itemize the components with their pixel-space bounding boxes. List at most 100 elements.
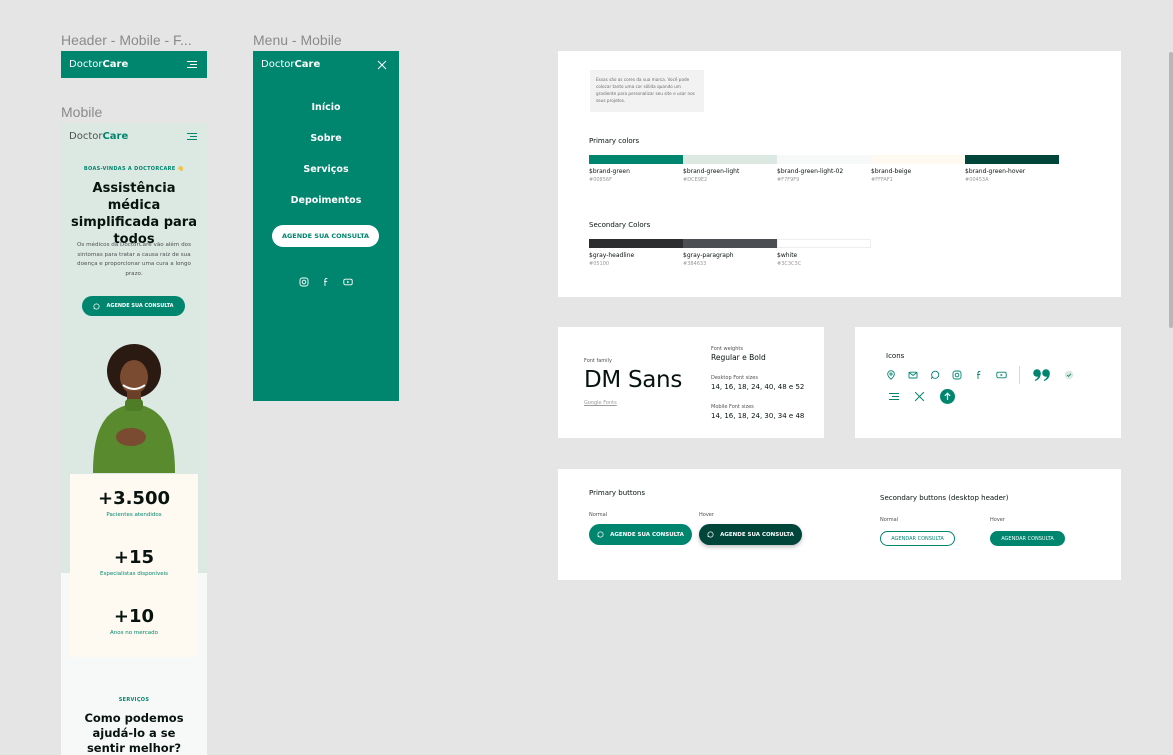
primary-button-hover[interactable]: AGENDE SUA CONSULTA bbox=[699, 524, 802, 545]
hamburger-icon[interactable] bbox=[187, 61, 197, 68]
primary-hover-label: Hover bbox=[699, 512, 714, 518]
color-swatch-brand-beige: $brand-beige #FFFAF1 bbox=[871, 155, 965, 183]
logo-light-text: Doctor bbox=[261, 59, 295, 70]
mobile-sizes-value: 14, 16, 18, 24, 30, 34 e 48 bbox=[711, 412, 805, 420]
whatsapp-icon bbox=[93, 302, 100, 310]
services-eyebrow: SERVIÇOS bbox=[118, 697, 150, 703]
header-frame-label[interactable]: Header - Mobile - F... bbox=[61, 32, 192, 48]
color-swatch-gray-paragraph: $gray-paragraph #384633 bbox=[683, 239, 777, 267]
primary-colors-title: Primary colors bbox=[589, 137, 640, 145]
swatch-name: $brand-green bbox=[589, 168, 630, 175]
icons-divider bbox=[1019, 366, 1020, 384]
swatch-hex: #F7F9F9 bbox=[777, 177, 800, 183]
close-icon[interactable] bbox=[377, 60, 387, 70]
mobile-sizes-label: Mobile Font sizes bbox=[711, 404, 754, 410]
font-weights-value: Regular e Bold bbox=[711, 353, 766, 362]
logo-bold-text: Care bbox=[102, 131, 129, 142]
swatch-name: $gray-paragraph bbox=[683, 252, 734, 259]
stat-label: Especialistas disponíveis bbox=[100, 571, 168, 577]
menu-item-inicio[interactable]: Início bbox=[253, 102, 399, 133]
secondary-button-normal[interactable]: AGENDAR CONSULTA bbox=[880, 531, 955, 546]
color-swatch-white: $white #3C3C3C bbox=[777, 239, 871, 267]
swatch-hex: #00856F bbox=[589, 177, 612, 183]
swatch-name: $white bbox=[777, 252, 798, 259]
primary-button-label: AGENDE SUA CONSULTA bbox=[610, 531, 684, 538]
color-swatch-brand-green-hover: $brand-green-hover #00453A bbox=[965, 155, 1059, 183]
font-family-label: Font family bbox=[584, 358, 612, 364]
icons-card: Icons bbox=[855, 327, 1121, 438]
logo[interactable]: DoctorCare bbox=[261, 59, 320, 70]
whatsapp-icon[interactable] bbox=[930, 370, 940, 380]
youtube-icon[interactable] bbox=[343, 277, 353, 287]
colors-note: Essas são as cores da sua marca. Você po… bbox=[590, 70, 704, 112]
logo[interactable]: DoctorCare bbox=[69, 59, 128, 70]
color-swatch-gray-headline: $gray-headline #05100 bbox=[589, 239, 683, 267]
hero-cta-label: AGENDE SUA CONSULTA bbox=[106, 303, 174, 309]
color-swatch-brand-green-light-02: $brand-green-light-02 #F7F9F9 bbox=[777, 155, 871, 183]
hero-eyebrow: BOAS-VINDAS A DOCTORCARE 👋 bbox=[83, 166, 185, 172]
swatch-hex: #FFFAF1 bbox=[871, 177, 893, 183]
swatch-hex: #DCE9E2 bbox=[683, 177, 708, 183]
hamburger-icon[interactable] bbox=[187, 133, 197, 140]
quote-icon bbox=[1032, 368, 1052, 382]
swatch-name: $brand-green-light-02 bbox=[777, 168, 844, 175]
logo-light-text: Doctor bbox=[69, 131, 103, 142]
close-icon[interactable] bbox=[914, 391, 925, 402]
color-swatch-brand-green-light: $brand-green-light #DCE9E2 bbox=[683, 155, 777, 183]
stat-value: +10 bbox=[113, 606, 155, 627]
font-card: Font family DM Sans Google Fonts Font we… bbox=[558, 327, 824, 438]
logo[interactable]: DoctorCare bbox=[69, 131, 128, 142]
menu-icon[interactable] bbox=[889, 393, 899, 400]
header-mobile-frame: DoctorCare bbox=[61, 51, 207, 78]
secondary-buttons-title: Secondary buttons (desktop header) bbox=[880, 494, 1009, 502]
whatsapp-icon bbox=[597, 531, 604, 538]
instagram-icon[interactable] bbox=[299, 277, 309, 287]
desktop-sizes-label: Desktop Font sizes bbox=[711, 375, 758, 381]
social-icons bbox=[299, 277, 353, 287]
menu-mobile-frame: DoctorCare Início Sobre Serviços Depoime… bbox=[253, 51, 399, 401]
menu-item-servicos[interactable]: Serviços bbox=[253, 164, 399, 195]
primary-button-label: AGENDE SUA CONSULTA bbox=[720, 531, 794, 538]
secondary-colors-title: Secondary Colors bbox=[589, 221, 651, 229]
font-weights-label: Font weights bbox=[711, 346, 743, 352]
menu-item-depoimentos[interactable]: Depoimentos bbox=[253, 195, 399, 226]
swatch-name: $gray-headline bbox=[589, 252, 635, 259]
facebook-icon[interactable] bbox=[974, 370, 984, 380]
swatch-name: $brand-green-light bbox=[683, 168, 740, 175]
google-fonts-link[interactable]: Google Fonts bbox=[584, 400, 617, 406]
youtube-icon[interactable] bbox=[996, 370, 1007, 380]
doctor-image bbox=[85, 341, 183, 473]
menu-item-sobre[interactable]: Sobre bbox=[253, 133, 399, 164]
hero-cta-button[interactable]: AGENDE SUA CONSULTA bbox=[82, 296, 185, 316]
menu-frame-label[interactable]: Menu - Mobile bbox=[253, 32, 342, 48]
whatsapp-icon bbox=[707, 531, 714, 538]
secondary-normal-label: Normal bbox=[880, 517, 899, 523]
stats-card: +3.500 Pacientes atendidos +15 Especiali… bbox=[70, 474, 198, 657]
swatch-hex: #3C3C3C bbox=[777, 261, 802, 267]
hero-title: Assistência médica simplificada para tod… bbox=[71, 181, 197, 247]
swatch-name: $brand-beige bbox=[871, 168, 912, 175]
vertical-scrollbar[interactable] bbox=[1169, 52, 1173, 328]
stat-value: +15 bbox=[113, 547, 155, 568]
menu-cta-button[interactable]: AGENDE SUA CONSULTA bbox=[272, 225, 379, 247]
instagram-icon[interactable] bbox=[952, 370, 962, 380]
stat-label: Pacientes atendidos bbox=[106, 512, 162, 518]
stat-value: +3.500 bbox=[97, 488, 171, 509]
secondary-hover-label: Hover bbox=[990, 517, 1005, 523]
facebook-icon[interactable] bbox=[321, 277, 331, 287]
swatch-hex: #05100 bbox=[589, 261, 610, 267]
logo-bold-text: Care bbox=[102, 59, 129, 70]
font-family-name: DM Sans bbox=[584, 367, 683, 393]
swatch-hex: #384633 bbox=[683, 261, 707, 267]
secondary-button-hover[interactable]: AGENDAR CONSULTA bbox=[990, 531, 1065, 546]
services-title: Como podemos ajudá-lo a se sentir melhor… bbox=[84, 711, 184, 755]
arrow-up-icon[interactable] bbox=[940, 389, 955, 404]
colors-card: Essas são as cores da sua marca. Você po… bbox=[558, 51, 1121, 297]
color-swatch-brand-green: $brand-green #00856F bbox=[589, 155, 683, 183]
map-pin-icon[interactable] bbox=[886, 370, 896, 380]
hero-description: Os médicos da DoctorCare vão além dos si… bbox=[77, 242, 191, 277]
mobile-frame-label[interactable]: Mobile bbox=[61, 104, 102, 120]
icons-title: Icons bbox=[886, 352, 905, 360]
primary-button-normal[interactable]: AGENDE SUA CONSULTA bbox=[589, 524, 692, 545]
mail-icon[interactable] bbox=[908, 370, 918, 380]
